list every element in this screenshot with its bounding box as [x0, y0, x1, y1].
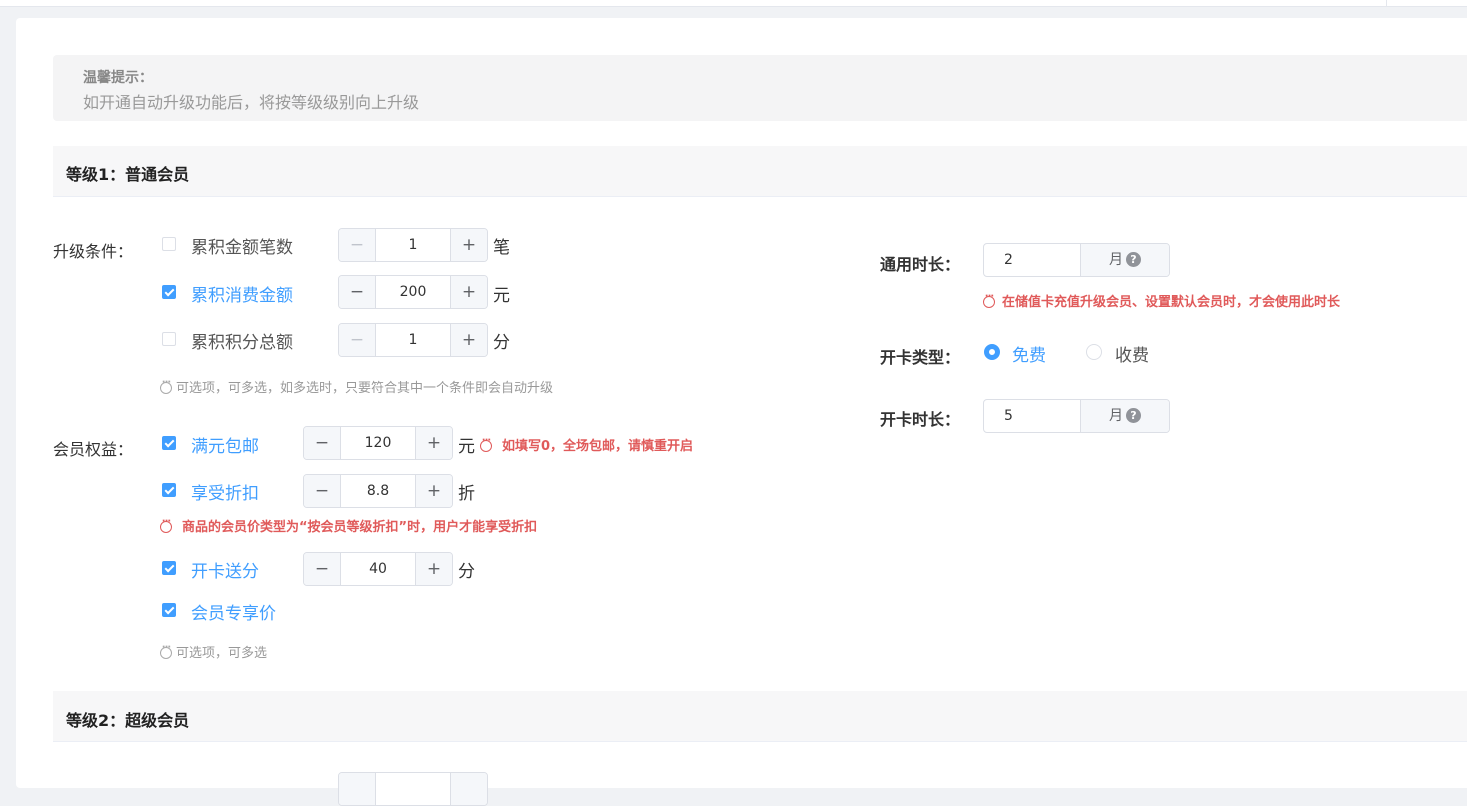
- condition-stepper[interactable]: − 1 +: [338, 228, 488, 262]
- upgrade-hint-text: 可选项，可多选，如多选时，只要符合其中一个条件即会自动升级: [176, 381, 554, 396]
- unit-label: 折: [458, 484, 475, 504]
- level-title: 等级2：超级会员: [66, 711, 190, 730]
- unit-label: 分: [493, 333, 510, 353]
- benefit-label: 开卡送分: [191, 562, 259, 582]
- plus-button[interactable]: +: [450, 276, 487, 308]
- content-card: [16, 18, 1467, 788]
- plus-button[interactable]: +: [415, 427, 452, 459]
- minus-button[interactable]: −: [339, 276, 376, 308]
- card-duration-input[interactable]: 5: [984, 400, 1082, 432]
- level-header: [53, 691, 1467, 742]
- tip-text: 如开通自动升级功能后，将按等级级别向上升级: [83, 93, 420, 112]
- unit-text: 月: [1109, 408, 1123, 424]
- benefit-checkbox[interactable]: [162, 483, 176, 497]
- radio-free-label[interactable]: 免费: [1012, 341, 1046, 366]
- plus-button[interactable]: +: [415, 553, 452, 585]
- condition-checkbox[interactable]: [162, 332, 176, 346]
- benefits-hint-text: 可选项，可多选: [176, 646, 268, 661]
- radio-free[interactable]: [984, 344, 1000, 360]
- condition-label: 累积金额笔数: [191, 238, 293, 258]
- warning-text: 在储值卡充值升级会员、设置默认会员时，才会使用此时长: [1002, 295, 1341, 310]
- unit-label: 分: [458, 562, 475, 582]
- warning-text: 商品的会员价类型为“按会员等级折扣”时，用户才能享受折扣: [182, 520, 538, 535]
- condition-label: 累积消费金额: [191, 286, 293, 306]
- card-duration-label: 开卡时长：: [880, 410, 961, 429]
- plus-button[interactable]: +: [450, 324, 487, 356]
- radio-paid[interactable]: [1086, 344, 1102, 360]
- plus-button[interactable]: +: [450, 229, 487, 261]
- minus-button[interactable]: −: [304, 553, 341, 585]
- benefits-hint: 可选项，可多选: [160, 642, 267, 661]
- stepper-value[interactable]: 1: [376, 324, 450, 356]
- unit-label: 笔: [493, 238, 510, 258]
- upgrade-conditions-label: 升级条件：: [53, 242, 134, 261]
- free-shipping-warning: 如填写0，全场包邮，请慎重开启: [480, 435, 693, 454]
- validity-warning: 在储值卡充值升级会员、设置默认会员时，才会使用此时长: [983, 291, 1340, 310]
- condition-stepper[interactable]: [338, 772, 488, 806]
- top-bar-divider: [1386, 0, 1387, 6]
- benefit-checkbox[interactable]: [162, 603, 176, 617]
- stepper-value[interactable]: 8.8: [341, 475, 415, 507]
- benefit-stepper[interactable]: − 8.8 +: [303, 474, 453, 508]
- benefit-checkbox[interactable]: [162, 436, 176, 450]
- top-bar: [0, 0, 1467, 7]
- warning-icon: [480, 435, 492, 452]
- plus-button[interactable]: +: [415, 475, 452, 507]
- condition-stepper[interactable]: − 1 +: [338, 323, 488, 357]
- upgrade-hint: 可选项，可多选，如多选时，只要符合其中一个条件即会自动升级: [160, 377, 553, 396]
- benefit-label: 会员专享价: [191, 604, 276, 624]
- minus-button[interactable]: −: [304, 475, 341, 507]
- stepper-value[interactable]: 120: [341, 427, 415, 459]
- minus-button[interactable]: −: [304, 427, 341, 459]
- condition-stepper[interactable]: − 200 +: [338, 275, 488, 309]
- info-icon: [160, 642, 172, 659]
- radio-paid-label[interactable]: 收费: [1115, 341, 1149, 366]
- stepper-value[interactable]: 200: [376, 276, 450, 308]
- validity-input[interactable]: 2: [984, 244, 1082, 276]
- benefit-checkbox[interactable]: [162, 561, 176, 575]
- unit-text: 月: [1109, 252, 1123, 268]
- unit-label: 元: [493, 286, 510, 306]
- unit-label: 元: [458, 437, 475, 457]
- warning-icon: [160, 516, 172, 533]
- discount-warning: 商品的会员价类型为“按会员等级折扣”时，用户才能享受折扣: [160, 516, 537, 535]
- benefits-label: 会员权益：: [53, 440, 134, 459]
- level-header: [53, 146, 1467, 197]
- validity-unit: 月?: [1080, 244, 1169, 276]
- condition-label: 累积积分总额: [191, 333, 293, 353]
- help-icon[interactable]: ?: [1126, 408, 1141, 423]
- condition-checkbox[interactable]: [162, 285, 176, 299]
- card-type-label: 开卡类型：: [880, 348, 961, 367]
- info-icon: [160, 377, 172, 394]
- benefit-label: 满元包邮: [191, 437, 259, 457]
- condition-checkbox[interactable]: [162, 237, 176, 251]
- warning-text: 如填写0，全场包邮，请慎重开启: [502, 439, 694, 454]
- validity-input-group[interactable]: 2 月?: [983, 243, 1170, 277]
- minus-button[interactable]: −: [339, 324, 376, 356]
- card-duration-input-group[interactable]: 5 月?: [983, 399, 1170, 433]
- level-title: 等级1：普通会员: [66, 165, 190, 184]
- card-duration-unit: 月?: [1080, 400, 1169, 432]
- stepper-value[interactable]: 1: [376, 229, 450, 261]
- help-icon[interactable]: ?: [1126, 252, 1141, 267]
- benefit-label: 享受折扣: [191, 484, 259, 504]
- stepper-value[interactable]: 40: [341, 553, 415, 585]
- minus-button[interactable]: −: [339, 229, 376, 261]
- validity-label: 通用时长：: [880, 255, 961, 274]
- benefit-stepper[interactable]: − 120 +: [303, 426, 453, 460]
- warning-icon: [983, 291, 995, 308]
- tip-title: 温馨提示：: [83, 70, 153, 86]
- benefit-stepper[interactable]: − 40 +: [303, 552, 453, 586]
